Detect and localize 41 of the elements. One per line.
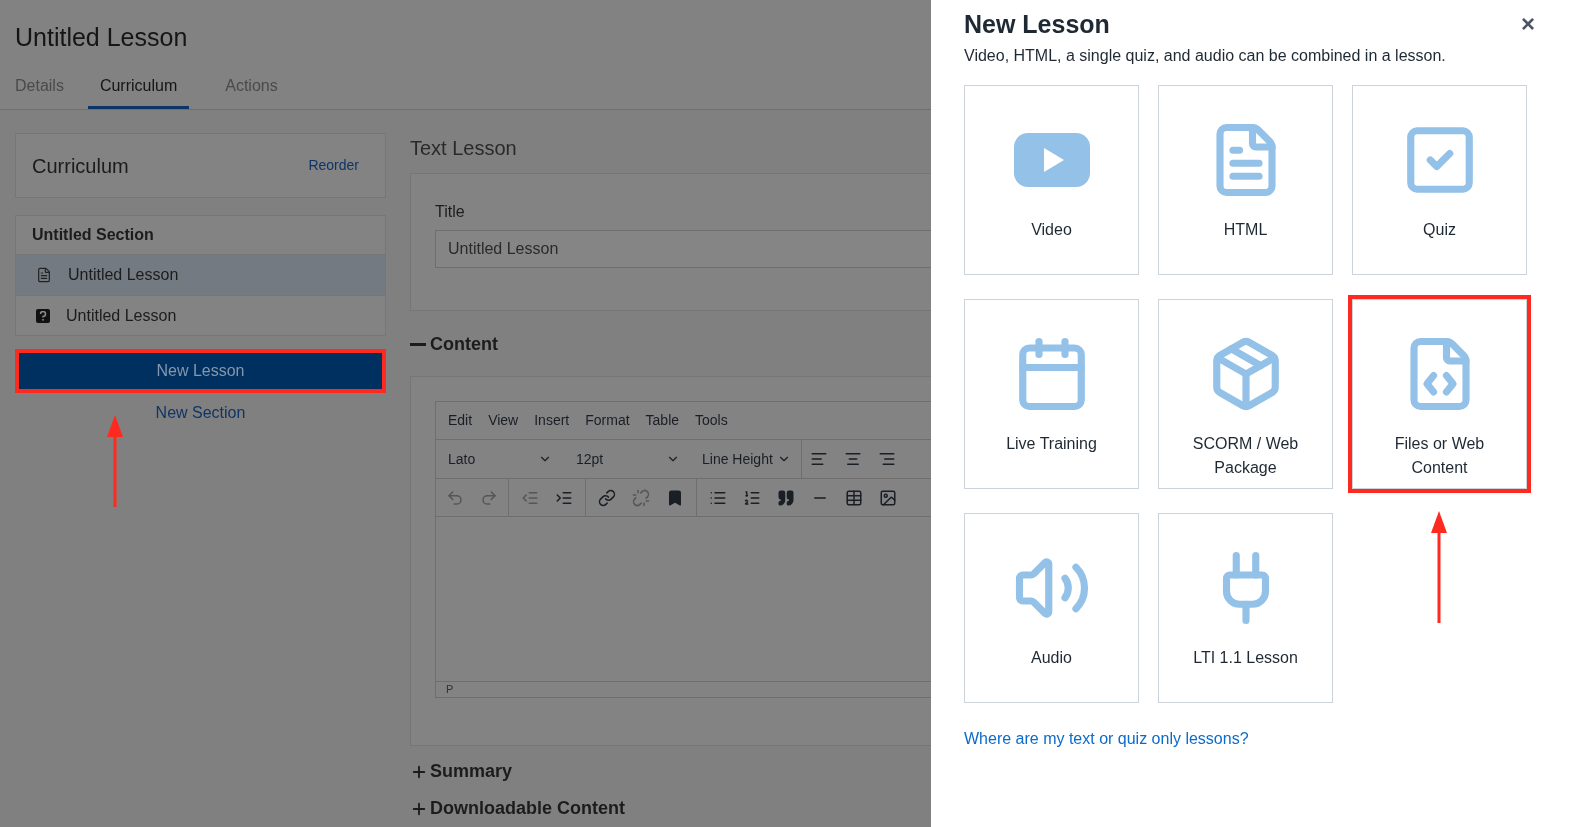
question-icon xyxy=(36,308,50,323)
tab[interactable]: Details xyxy=(15,74,64,109)
tab[interactable]: Actions xyxy=(213,74,290,109)
lesson-type-tile[interactable]: Files or Web Content xyxy=(1352,299,1527,489)
collapsible-header[interactable]: Content xyxy=(410,331,931,358)
menu-item[interactable]: Insert xyxy=(534,410,570,431)
tab[interactable]: Curriculum xyxy=(87,74,190,109)
font-dropdown[interactable]: Lato xyxy=(436,448,564,470)
lesson-type-tile[interactable]: LTI 1.1 Lesson xyxy=(1158,513,1333,703)
menu-item[interactable]: View xyxy=(488,410,519,431)
document-icon xyxy=(36,267,52,283)
play-icon xyxy=(1013,133,1090,187)
lesson-type-tile[interactable]: HTML xyxy=(1158,85,1333,275)
lesson-item[interactable]: Untitled Lesson xyxy=(16,295,385,335)
size-dropdown[interactable]: 12pt xyxy=(564,448,692,470)
title-field[interactable]: Untitled Lesson xyxy=(435,230,931,268)
line-height-dropdown[interactable]: Line Height xyxy=(692,440,802,478)
minus-icon xyxy=(410,343,426,346)
lesson-type-tile[interactable]: Audio xyxy=(964,513,1139,703)
lesson-type-tile[interactable]: Video xyxy=(964,85,1139,275)
section-heading: Text Lesson xyxy=(410,136,518,161)
help-link[interactable]: Where are my text or quiz only lessons? xyxy=(964,727,1533,751)
field-label: Title xyxy=(435,202,466,222)
lesson-item[interactable]: Untitled Lesson xyxy=(16,255,385,295)
reorder-link[interactable]: Reorder xyxy=(308,155,369,176)
new-section-link[interactable]: New Section xyxy=(155,401,246,425)
new-lesson-button[interactable]: New Lesson xyxy=(19,353,382,389)
menu-item[interactable]: Tools xyxy=(695,410,728,431)
page-title: Untitled Lesson xyxy=(15,22,189,52)
menu-item[interactable]: Table xyxy=(645,410,680,431)
menu-item[interactable]: Edit xyxy=(448,410,473,431)
panel-title: Curriculum xyxy=(32,153,129,179)
collapsible-header[interactable]: Summary xyxy=(410,758,931,785)
lesson-type-tile[interactable]: Live Training xyxy=(964,299,1139,489)
collapsible-header[interactable]: Downloadable Content xyxy=(410,795,931,822)
dialog-subtitle: Video, HTML, a single quiz, and audio can be combined in a lesson. xyxy=(964,46,1447,66)
menu-item[interactable]: Format xyxy=(585,410,630,431)
lesson-type-tile[interactable]: SCORM / Web Package xyxy=(1158,299,1333,489)
lesson-type-tile[interactable]: Quiz xyxy=(1352,85,1527,275)
close-button[interactable]: × xyxy=(1521,12,1535,36)
dialog-title: New Lesson xyxy=(964,9,1110,40)
